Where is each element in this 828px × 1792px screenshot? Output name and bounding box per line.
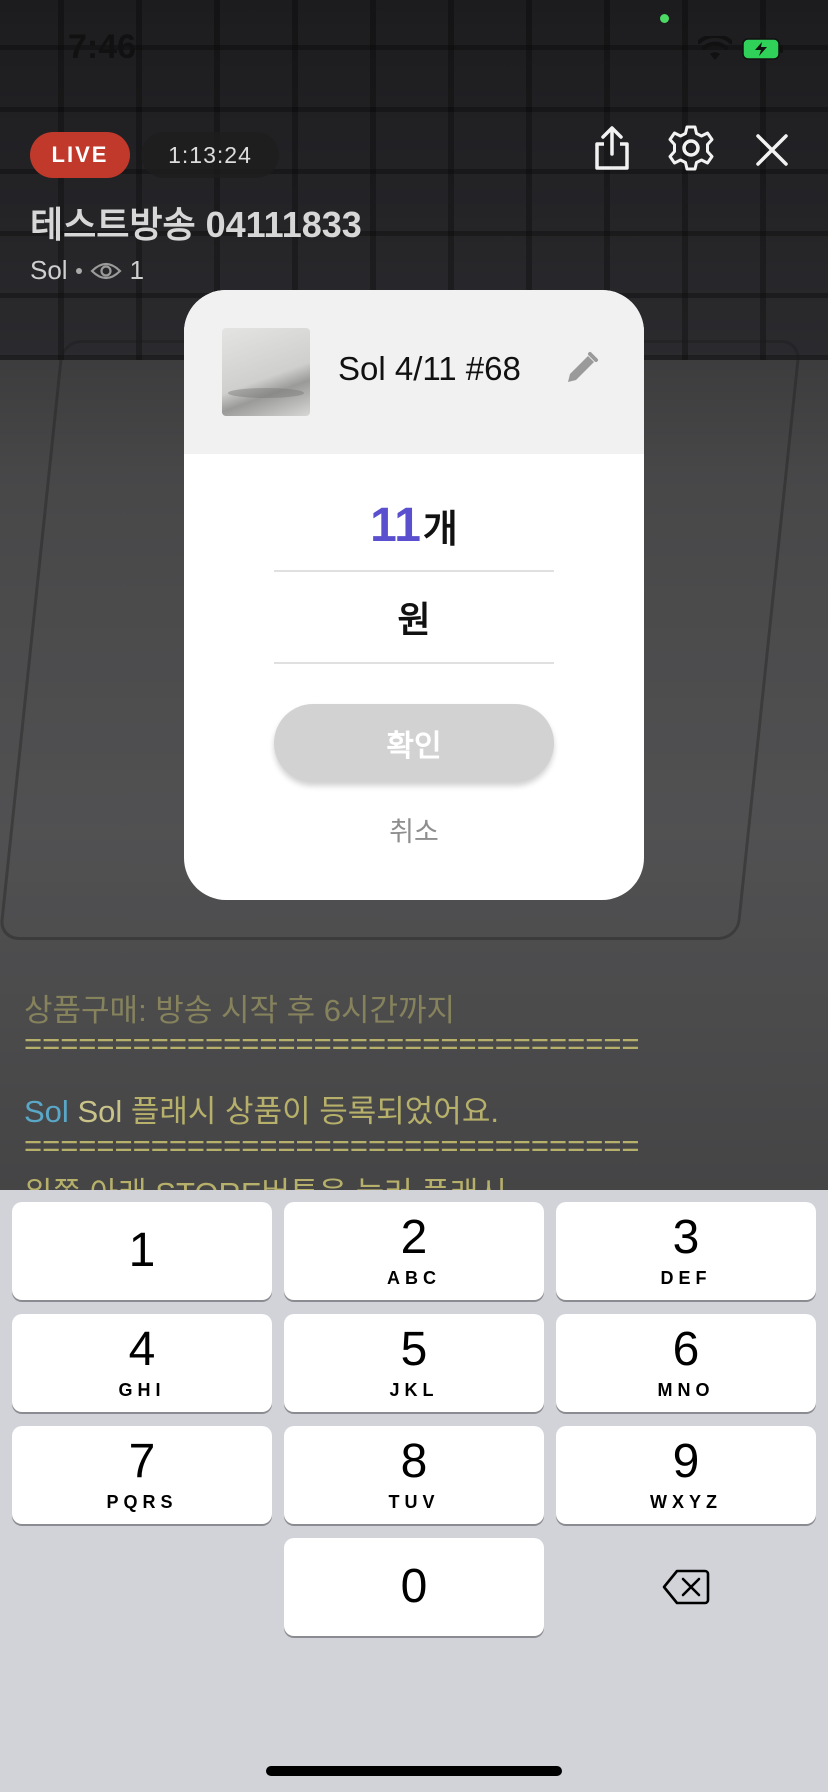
keypad-key-1[interactable]: 1 xyxy=(12,1202,272,1300)
key-letters: JKL xyxy=(389,1379,439,1400)
keypad-key-3[interactable]: 3 DEF xyxy=(556,1202,816,1300)
key-digit: 0 xyxy=(400,1560,428,1613)
elapsed-timer: 1:13:24 xyxy=(141,132,279,178)
key-digit: 6 xyxy=(672,1322,700,1376)
key-letters: DEF xyxy=(660,1267,712,1288)
product-thumbnail xyxy=(222,328,310,416)
chat-mention: Sol xyxy=(77,1094,123,1129)
keypad-backspace-key[interactable] xyxy=(556,1538,816,1636)
key-digit: 7 xyxy=(128,1434,156,1488)
price-field[interactable]: 원 xyxy=(274,572,554,664)
quantity-field[interactable]: 11 개 xyxy=(274,480,554,572)
chat-text: 플래시 상품이 등록되었어요. xyxy=(130,1094,499,1129)
key-digit: 4 xyxy=(128,1322,156,1376)
keypad-key-4[interactable]: 4 GHI xyxy=(12,1314,272,1412)
price-unit: 원 xyxy=(397,599,431,640)
chat-author[interactable]: Sol xyxy=(24,1094,69,1129)
key-digit: 8 xyxy=(400,1434,428,1488)
edit-pencil-icon[interactable] xyxy=(562,350,600,388)
backspace-icon xyxy=(662,1569,710,1605)
viewer-count: 1 xyxy=(129,255,145,285)
key-letters: GHI xyxy=(118,1379,166,1400)
dialog-header: Sol 4/11 #68 xyxy=(184,290,644,454)
key-digit: 1 xyxy=(128,1224,156,1277)
flash-product-dialog: Sol 4/11 #68 11 개 원 확인 취소 xyxy=(184,290,644,900)
keypad-key-9[interactable]: 9 WXYZ xyxy=(556,1426,816,1524)
key-letters: MNO xyxy=(657,1379,715,1400)
host-name: Sol xyxy=(30,255,68,285)
keypad-key-0[interactable]: 0 xyxy=(284,1538,544,1636)
battery-icon xyxy=(742,38,783,60)
live-badge: LIVE xyxy=(30,132,130,178)
close-icon[interactable] xyxy=(748,126,796,174)
keypad-key-6[interactable]: 6 MNO xyxy=(556,1314,816,1412)
cancel-button[interactable]: 취소 xyxy=(184,810,644,849)
quantity-unit: 개 xyxy=(422,508,458,551)
key-digit: 5 xyxy=(400,1322,428,1376)
camera-indicator-dot xyxy=(660,14,669,23)
keypad-key-2[interactable]: 2 ABC xyxy=(284,1202,544,1300)
key-letters: PQRS xyxy=(106,1491,178,1512)
keypad-key-5[interactable]: 5 JKL xyxy=(284,1314,544,1412)
wifi-icon xyxy=(698,36,732,60)
eye-icon xyxy=(90,262,122,279)
key-digit: 3 xyxy=(672,1210,700,1264)
key-digit: 9 xyxy=(672,1434,700,1488)
quantity-value: 11 xyxy=(370,498,421,552)
product-name: Sol 4/11 #68 xyxy=(338,350,521,387)
confirm-button[interactable]: 확인 xyxy=(274,704,554,782)
keypad-key-7[interactable]: 7 PQRS xyxy=(12,1426,272,1524)
key-letters: TUV xyxy=(388,1491,440,1512)
broadcast-title: 테스트방송 04111833 xyxy=(30,204,362,245)
key-digit: 2 xyxy=(400,1210,428,1264)
keypad-key-8[interactable]: 8 TUV xyxy=(284,1426,544,1524)
chat-message: 상품구매: 방송 시작 후 6시간까지 xyxy=(24,993,456,1028)
share-icon[interactable] xyxy=(588,124,636,172)
chat-message: 왼쪽 아래 STORE버튼을 눌러 플래시 xyxy=(24,1168,507,1190)
key-letters: WXYZ xyxy=(650,1491,722,1512)
broadcast-meta: Sol 1 xyxy=(30,255,144,286)
chat-message: Sol Sol 플래시 상품이 등록되었어요. xyxy=(24,1086,499,1131)
settings-gear-icon[interactable] xyxy=(667,124,715,172)
status-time: 7:46 xyxy=(68,28,137,66)
chat-separator: ================================== xyxy=(24,1128,640,1163)
chat-separator: ================================== xyxy=(24,1026,640,1061)
separator-dot xyxy=(75,267,82,274)
key-letters: ABC xyxy=(387,1267,441,1288)
home-indicator[interactable] xyxy=(266,1766,562,1776)
